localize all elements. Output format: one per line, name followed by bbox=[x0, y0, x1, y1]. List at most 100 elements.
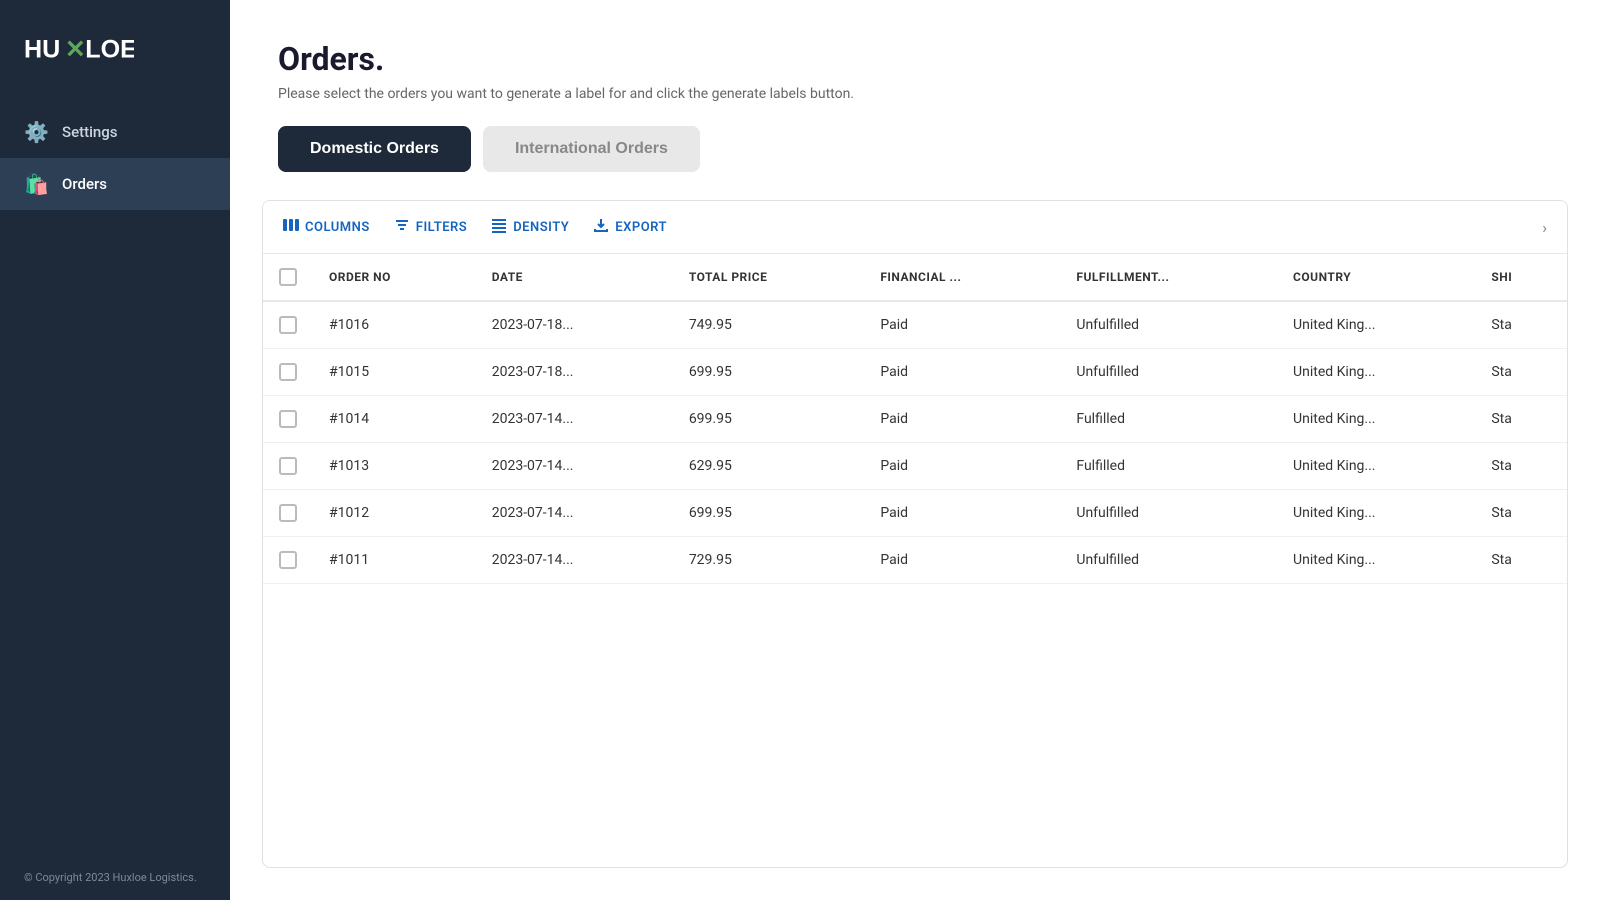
row-financial: Paid bbox=[864, 490, 1060, 537]
col-date: DATE bbox=[476, 254, 673, 301]
sidebar-item-settings[interactable]: ⚙️ Settings bbox=[0, 106, 230, 158]
row-checkbox-cell bbox=[263, 490, 313, 537]
row-checkbox[interactable] bbox=[279, 457, 297, 475]
row-order-no: #1013 bbox=[313, 443, 476, 490]
row-country: United King... bbox=[1277, 349, 1475, 396]
row-checkbox-cell bbox=[263, 301, 313, 349]
col-country: COUNTRY bbox=[1277, 254, 1475, 301]
collapse-panel-button[interactable]: › bbox=[1542, 218, 1547, 237]
row-fulfillment: Fulfilled bbox=[1060, 396, 1277, 443]
row-country: United King... bbox=[1277, 301, 1475, 349]
sidebar: HU ✕ LOE ⚙️ Settings 🛍️ Orders © Copyrig… bbox=[0, 0, 230, 900]
export-button[interactable]: EXPORT bbox=[593, 217, 667, 237]
row-order-no: #1015 bbox=[313, 349, 476, 396]
table-toolbar: COLUMNS FILTERS DENSITY EXPORT › bbox=[263, 201, 1567, 254]
table-body: #1016 2023-07-18... 749.95 Paid Unfulfil… bbox=[263, 301, 1567, 584]
col-shi: SHI bbox=[1475, 254, 1567, 301]
data-table: ORDER NO DATE TOTAL PRICE FINANCIAL ... … bbox=[263, 254, 1567, 867]
row-checkbox[interactable] bbox=[279, 363, 297, 381]
page-subtitle: Please select the orders you want to gen… bbox=[278, 86, 1552, 102]
row-fulfillment: Unfulfilled bbox=[1060, 301, 1277, 349]
filter-icon bbox=[394, 217, 410, 237]
row-checkbox-cell bbox=[263, 537, 313, 584]
density-icon bbox=[491, 217, 507, 237]
svg-text:HU: HU bbox=[24, 35, 60, 63]
row-shi: Sta bbox=[1475, 490, 1567, 537]
row-checkbox[interactable] bbox=[279, 504, 297, 522]
row-financial: Paid bbox=[864, 443, 1060, 490]
col-order-no: ORDER NO bbox=[313, 254, 476, 301]
row-date: 2023-07-14... bbox=[476, 490, 673, 537]
columns-label: COLUMNS bbox=[305, 220, 370, 235]
row-shi: Sta bbox=[1475, 349, 1567, 396]
row-order-no: #1016 bbox=[313, 301, 476, 349]
density-label: DENSITY bbox=[513, 220, 569, 235]
row-total-price: 699.95 bbox=[673, 490, 865, 537]
orders-table: ORDER NO DATE TOTAL PRICE FINANCIAL ... … bbox=[263, 254, 1567, 584]
table-row: #1016 2023-07-18... 749.95 Paid Unfulfil… bbox=[263, 301, 1567, 349]
col-total-price: TOTAL PRICE bbox=[673, 254, 865, 301]
columns-button[interactable]: COLUMNS bbox=[283, 217, 370, 237]
export-label: EXPORT bbox=[615, 220, 667, 235]
table-row: #1012 2023-07-14... 699.95 Paid Unfulfil… bbox=[263, 490, 1567, 537]
row-shi: Sta bbox=[1475, 443, 1567, 490]
row-checkbox[interactable] bbox=[279, 410, 297, 428]
columns-icon bbox=[283, 217, 299, 237]
table-header-row: ORDER NO DATE TOTAL PRICE FINANCIAL ... … bbox=[263, 254, 1567, 301]
tab-domestic[interactable]: Domestic Orders bbox=[278, 126, 471, 172]
row-date: 2023-07-18... bbox=[476, 349, 673, 396]
row-financial: Paid bbox=[864, 301, 1060, 349]
svg-text:✕: ✕ bbox=[65, 35, 86, 63]
row-country: United King... bbox=[1277, 443, 1475, 490]
row-order-no: #1014 bbox=[313, 396, 476, 443]
gear-icon: ⚙️ bbox=[24, 120, 48, 144]
tab-international[interactable]: International Orders bbox=[483, 126, 700, 172]
table-row: #1011 2023-07-14... 729.95 Paid Unfulfil… bbox=[263, 537, 1567, 584]
col-checkbox bbox=[263, 254, 313, 301]
table-row: #1013 2023-07-14... 629.95 Paid Fulfille… bbox=[263, 443, 1567, 490]
row-date: 2023-07-14... bbox=[476, 537, 673, 584]
row-financial: Paid bbox=[864, 396, 1060, 443]
svg-text:LOE: LOE bbox=[85, 35, 134, 63]
row-total-price: 729.95 bbox=[673, 537, 865, 584]
filters-label: FILTERS bbox=[416, 220, 467, 235]
row-country: United King... bbox=[1277, 490, 1475, 537]
row-total-price: 749.95 bbox=[673, 301, 865, 349]
row-checkbox-cell bbox=[263, 396, 313, 443]
row-fulfillment: Unfulfilled bbox=[1060, 537, 1277, 584]
row-checkbox[interactable] bbox=[279, 551, 297, 569]
filters-button[interactable]: FILTERS bbox=[394, 217, 467, 237]
row-fulfillment: Unfulfilled bbox=[1060, 349, 1277, 396]
row-fulfillment: Fulfilled bbox=[1060, 443, 1277, 490]
row-checkbox[interactable] bbox=[279, 316, 297, 334]
export-icon bbox=[593, 217, 609, 237]
row-checkbox-cell bbox=[263, 349, 313, 396]
density-button[interactable]: DENSITY bbox=[491, 217, 569, 237]
tab-group: Domestic Orders International Orders bbox=[230, 126, 1600, 200]
page-title: Orders. bbox=[278, 40, 1552, 78]
sidebar-nav: ⚙️ Settings 🛍️ Orders bbox=[0, 96, 230, 855]
main-content: Orders. Please select the orders you wan… bbox=[230, 0, 1600, 900]
row-country: United King... bbox=[1277, 396, 1475, 443]
row-total-price: 699.95 bbox=[673, 396, 865, 443]
row-shi: Sta bbox=[1475, 396, 1567, 443]
col-fulfillment: FULFILLMENT... bbox=[1060, 254, 1277, 301]
sidebar-footer: © Copyright 2023 Huxloe Logistics. bbox=[0, 855, 230, 900]
row-order-no: #1012 bbox=[313, 490, 476, 537]
logo-container: HU ✕ LOE bbox=[0, 0, 230, 96]
select-all-checkbox[interactable] bbox=[279, 268, 297, 286]
table-row: #1015 2023-07-18... 699.95 Paid Unfulfil… bbox=[263, 349, 1567, 396]
row-date: 2023-07-14... bbox=[476, 396, 673, 443]
row-date: 2023-07-14... bbox=[476, 443, 673, 490]
sidebar-item-settings-label: Settings bbox=[62, 123, 118, 141]
orders-icon: 🛍️ bbox=[24, 172, 48, 196]
row-checkbox-cell bbox=[263, 443, 313, 490]
col-financial: FINANCIAL ... bbox=[864, 254, 1060, 301]
row-total-price: 699.95 bbox=[673, 349, 865, 396]
row-financial: Paid bbox=[864, 537, 1060, 584]
row-shi: Sta bbox=[1475, 537, 1567, 584]
sidebar-item-orders[interactable]: 🛍️ Orders bbox=[0, 158, 230, 210]
sidebar-item-orders-label: Orders bbox=[62, 175, 107, 193]
row-order-no: #1011 bbox=[313, 537, 476, 584]
table-row: #1014 2023-07-14... 699.95 Paid Fulfille… bbox=[263, 396, 1567, 443]
